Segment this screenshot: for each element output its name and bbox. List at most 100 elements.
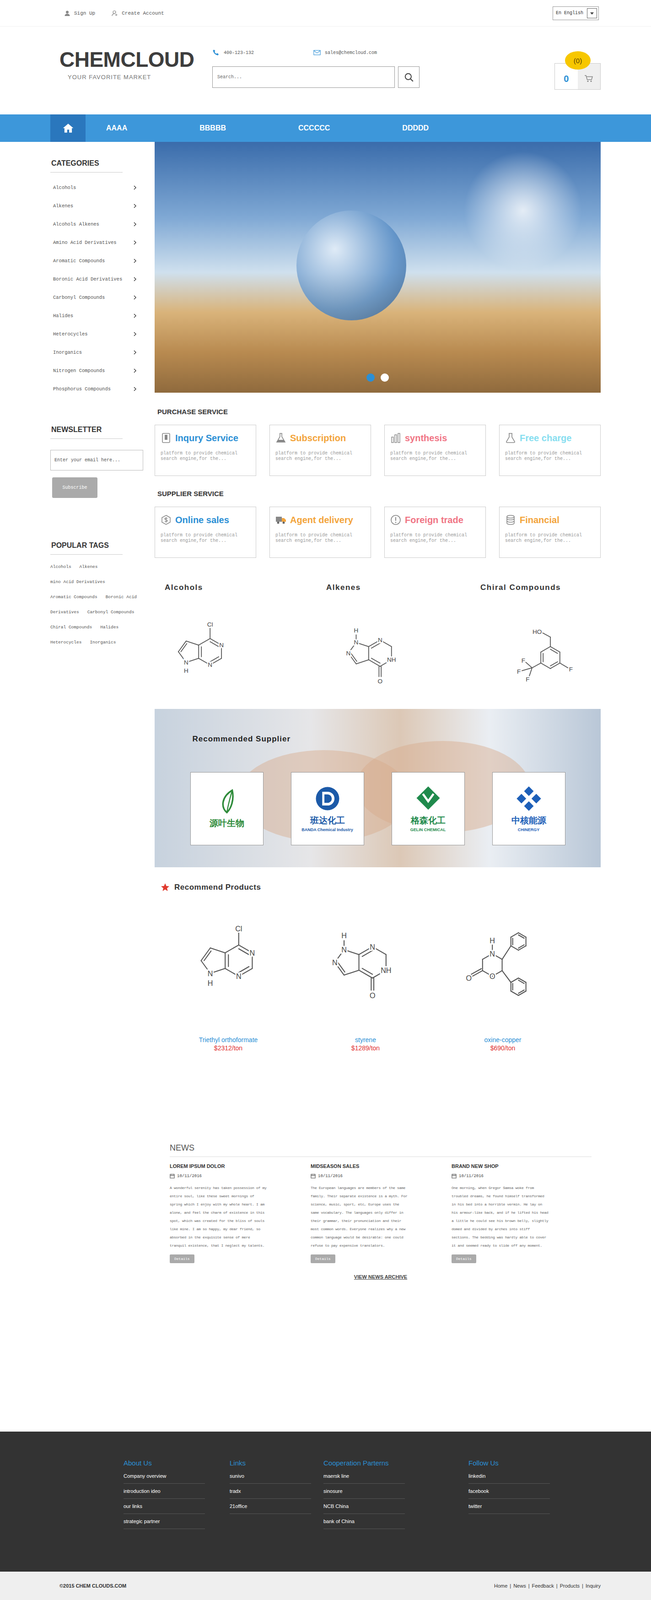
search-button[interactable] — [398, 66, 420, 88]
details-button[interactable]: Details — [451, 1253, 477, 1263]
tag[interactable]: Inorganics — [89, 637, 116, 647]
showcase-item[interactable]: AlkenesHNNNHNO — [326, 582, 481, 689]
showcase-item[interactable]: AlcoholsClNNNH — [164, 582, 327, 689]
tag[interactable]: Chiral Compounds — [50, 622, 92, 632]
service-card[interactable]: Foreign tradeplatform to provide chemica… — [384, 506, 486, 558]
service-card[interactable]: Agent deliveryplatform to provide chemic… — [269, 506, 372, 558]
atom-label: N — [332, 957, 338, 967]
top-link[interactable]: Create Account — [111, 10, 164, 17]
category-item[interactable]: Heterocycles — [50, 324, 138, 344]
bottom-link[interactable]: News — [513, 1582, 527, 1588]
footer-link[interactable]: bank of China — [323, 1513, 405, 1529]
tag[interactable]: Alcohols — [50, 562, 72, 571]
footer-link[interactable]: our links — [123, 1498, 205, 1514]
footer: About UsCompany overviewintroduction ide… — [0, 1431, 651, 1572]
supplier-logo[interactable]: 格森化工GELIN CHEMICAL — [391, 771, 465, 845]
search-bar — [212, 66, 420, 88]
subscribe-button[interactable]: Subscribe — [52, 477, 98, 498]
bottom-link[interactable]: Feedback — [532, 1582, 555, 1588]
chevron-right-icon — [132, 313, 138, 318]
footer-link[interactable]: NCB China — [323, 1498, 405, 1514]
truck-icon — [275, 514, 287, 526]
bottom-link[interactable]: Inquiry — [585, 1582, 601, 1588]
footer-link[interactable]: 21office — [229, 1498, 312, 1514]
tag[interactable]: Halides — [100, 622, 119, 632]
tag[interactable]: Carbonyl Compounds — [87, 607, 135, 617]
tag[interactable]: mino Acid Derivatives — [50, 577, 106, 587]
footer-link[interactable]: sinosure — [323, 1483, 405, 1499]
recommended-supplier: Recommended Supplier源叶生物班达化工BANDA Chemic… — [154, 708, 601, 867]
footer-link[interactable]: twitter — [468, 1498, 550, 1514]
bond — [209, 641, 219, 647]
bottom-link[interactable]: Products — [559, 1582, 580, 1588]
category-item[interactable]: Phosphorus Compounds — [50, 379, 138, 399]
service-card[interactable]: Online salesplatform to provide chemical… — [154, 506, 257, 558]
bottom-link[interactable]: Home — [494, 1582, 508, 1588]
category-item[interactable]: Alcohols Alkenes — [50, 215, 138, 234]
bond — [209, 628, 211, 639]
footer-link[interactable]: facebook — [468, 1483, 550, 1499]
service-card[interactable]: Subscriptionplatform to provide chemical… — [269, 424, 372, 476]
atom-label: H — [183, 667, 189, 674]
category-item[interactable]: Nitrogen Compounds — [50, 361, 138, 380]
details-button[interactable]: Details — [310, 1253, 336, 1263]
carousel-dot[interactable] — [366, 373, 375, 382]
category-item[interactable]: Halides — [50, 306, 138, 325]
separator: | — [509, 1582, 512, 1588]
category-item[interactable]: Amino Acid Derivatives — [50, 233, 138, 252]
footer-link[interactable]: strategic partner — [123, 1513, 205, 1529]
service-card[interactable]: Inqury Serviceplatform to provide chemic… — [154, 424, 257, 476]
caret-down-icon — [589, 10, 595, 16]
footer-link[interactable]: introduction ideo — [123, 1483, 205, 1499]
service-card[interactable]: synthesisplatform to provide chemical se… — [384, 424, 486, 476]
nav-item[interactable]: CCCCCC — [296, 123, 332, 133]
purchase-service-cards: Inqury Serviceplatform to provide chemic… — [154, 424, 601, 476]
footer-link[interactable]: Company overview — [123, 1468, 205, 1484]
search-input[interactable] — [212, 66, 395, 88]
chevron-right-icon — [132, 258, 138, 264]
nav-item[interactable]: AAAA — [104, 123, 130, 133]
home-link[interactable] — [50, 114, 86, 142]
product-card[interactable]: HNOOoxine-copper$690/ton — [434, 916, 572, 1052]
top-bar: Sign Up Create Account En English — [0, 0, 651, 27]
showcase-item[interactable]: Chiral CompoundsHOFFFF — [480, 582, 601, 689]
category-item[interactable]: Aromatic Compounds — [50, 251, 138, 270]
footer-link[interactable]: linkedin — [468, 1468, 550, 1484]
logo[interactable]: CHEMCLOUDYOUR FAVORITE MARKET — [50, 26, 213, 115]
atom-label: N — [219, 641, 224, 649]
product-card[interactable]: ClNNNHTriethyl orthoformate$2312/ton — [159, 916, 297, 1052]
supplier-logo[interactable]: 源叶生物 — [190, 771, 264, 845]
footer-link[interactable]: maersk line — [323, 1468, 405, 1484]
category-item[interactable]: Boronic Acid Derivatives — [50, 269, 138, 289]
bond — [511, 945, 519, 951]
service-card[interactable]: Financialplatform to provide chemical se… — [499, 506, 601, 558]
email[interactable]: sales@chemcloud.com — [313, 48, 415, 57]
tag[interactable]: Heterocycles — [50, 637, 82, 647]
footer-link[interactable]: sunivo — [229, 1468, 312, 1484]
email-input[interactable] — [50, 449, 144, 471]
top-link[interactable]: Sign Up — [64, 10, 96, 17]
bond — [358, 954, 360, 970]
category-item[interactable]: Inorganics — [50, 343, 138, 362]
supplier-logo[interactable]: 班达化工BANDA Chemical Industry — [290, 771, 365, 845]
tag[interactable]: Boronic Acid — [105, 592, 137, 602]
category-item[interactable]: Carbonyl Compounds — [50, 288, 138, 307]
nav-item[interactable]: DDDDD — [400, 123, 431, 133]
tag[interactable]: Derivatives — [50, 607, 80, 617]
tag[interactable]: Aromatic Compounds — [50, 592, 98, 602]
news-archive-link[interactable]: VIEW NEWS ARCHIVE — [354, 1273, 408, 1280]
nav-item[interactable]: BBBBB — [197, 123, 228, 133]
cart[interactable]: (0)0 — [554, 63, 601, 90]
carousel-dot[interactable] — [380, 373, 389, 382]
details-button[interactable]: Details — [169, 1253, 195, 1263]
phone: 400-123-132 — [212, 48, 314, 57]
product-card[interactable]: HNNNHNOstyrene$1289/ton — [296, 916, 435, 1052]
service-card[interactable]: Free chargeplatform to provide chemical … — [499, 424, 601, 476]
product-list: ClNNNHTriethyl orthoformate$2312/tonHNNN… — [159, 916, 601, 1052]
language-select[interactable]: En English — [552, 6, 599, 21]
category-item[interactable]: Alcohols — [50, 178, 138, 197]
category-item[interactable]: Alkenes — [50, 196, 138, 216]
footer-link[interactable]: tradx — [229, 1483, 312, 1499]
supplier-logo[interactable]: 中核能源CHINERGY — [492, 771, 566, 845]
tag[interactable]: Alkenes — [79, 562, 98, 571]
